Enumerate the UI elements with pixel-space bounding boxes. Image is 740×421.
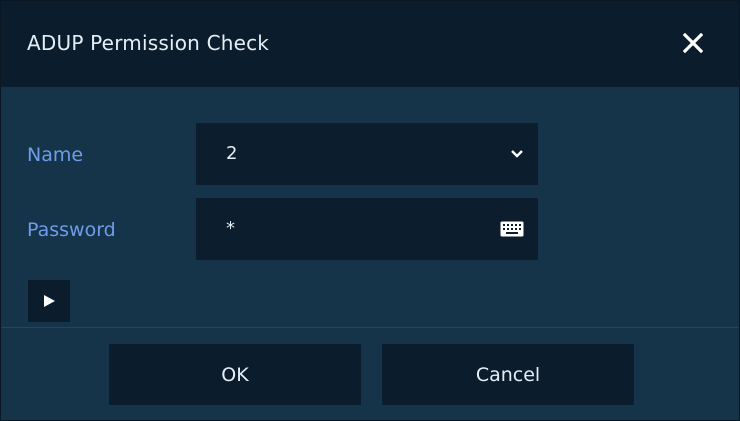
ok-button[interactable]: OK — [109, 344, 361, 405]
cancel-button[interactable]: Cancel — [382, 344, 634, 405]
dialog-title: ADUP Permission Check — [27, 31, 270, 55]
expand-button[interactable] — [28, 280, 70, 322]
close-icon — [683, 33, 703, 53]
password-label: Password — [27, 219, 116, 241]
name-select-value: 2 — [226, 143, 238, 164]
dialog-titlebar: ADUP Permission Check — [1, 1, 739, 87]
name-label: Name — [27, 144, 84, 166]
permission-dialog: ADUP Permission Check Name 2 Password * — [0, 0, 740, 421]
chevron-down-icon — [510, 123, 524, 185]
play-triangle-icon — [44, 295, 55, 307]
dialog-divider — [1, 327, 739, 328]
name-select[interactable]: 2 — [196, 123, 538, 185]
close-button[interactable] — [677, 27, 709, 59]
keyboard-icon[interactable] — [500, 198, 524, 260]
password-input-value: * — [226, 218, 235, 239]
password-input[interactable]: * — [196, 198, 538, 260]
